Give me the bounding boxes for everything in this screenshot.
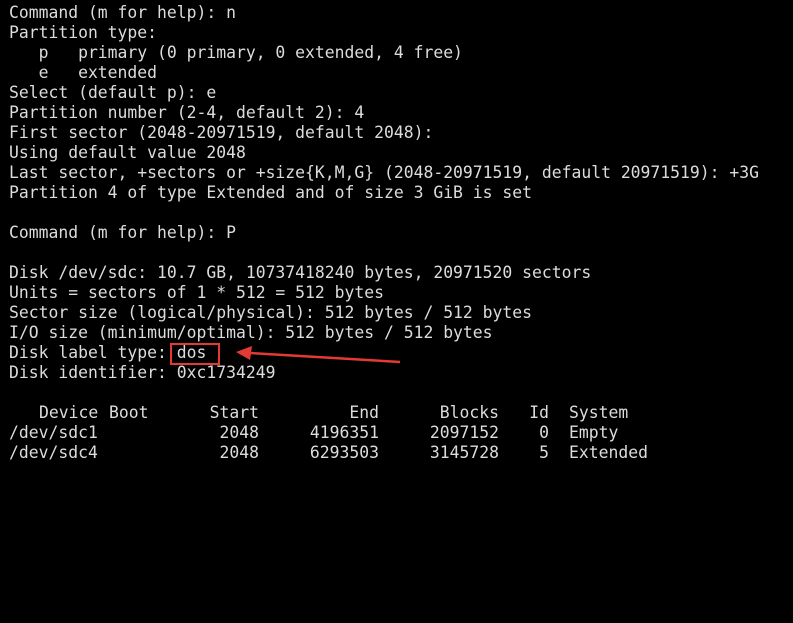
annotation-arrow <box>236 346 401 364</box>
arrow-line <box>249 351 401 364</box>
arrow-head <box>236 346 252 360</box>
